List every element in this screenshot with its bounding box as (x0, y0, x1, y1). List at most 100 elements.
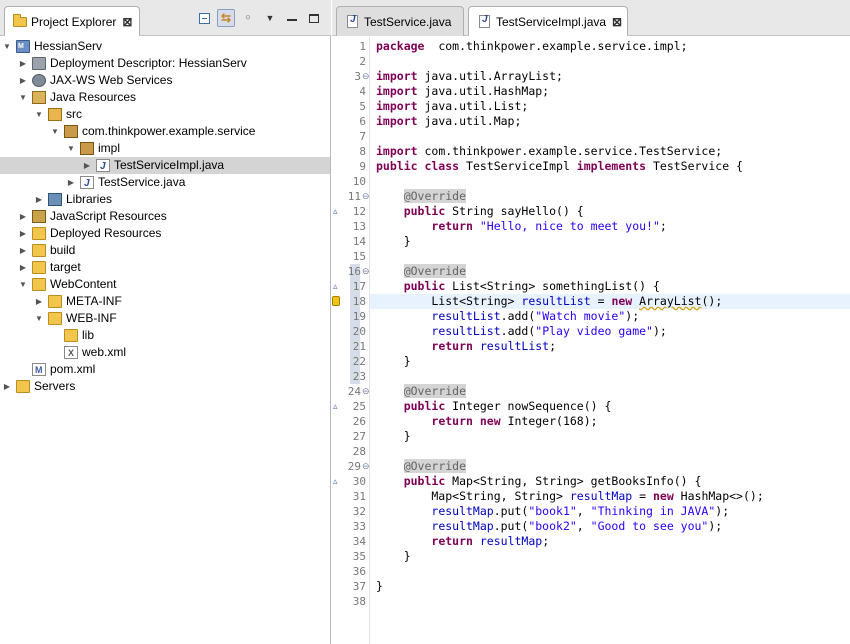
tree-item-testservice-java[interactable]: ▶ TestService.java (0, 174, 330, 192)
warning-icon[interactable] (332, 296, 340, 306)
fold-collapse-icon[interactable]: ⊖ (362, 264, 370, 279)
close-icon[interactable]: ⊠ (122, 15, 132, 29)
line-number-gutter[interactable]: 1 2 3 ⊖ 4 5 6 7 8 9 10 11 ⊖ 12 13 14 15 16 ⊖ 17 18 19 20 21 22 23… (340, 37, 370, 644)
code-line[interactable]: public List<String> somethingList() { (376, 279, 660, 294)
javascript-resources-icon (32, 210, 46, 223)
chevron-right-icon[interactable]: ▶ (18, 208, 28, 225)
tree-item-pom-xml[interactable]: pom.xml (0, 361, 330, 379)
code-line[interactable]: package com.thinkpower.example.service.i… (376, 39, 688, 54)
override-marker-icon[interactable]: ▵ (333, 204, 338, 219)
chevron-right-icon[interactable]: ▶ (2, 378, 12, 395)
code-line[interactable]: } (376, 354, 411, 369)
tree-item-com-thinkpower-example-service[interactable]: ▼ com.thinkpower.example.service (0, 123, 330, 140)
tree-item-javascript-resources[interactable]: ▶ JavaScript Resources (0, 208, 330, 225)
code-line[interactable]: Map<String, String> resultMap = new Hash… (376, 489, 763, 504)
tree-item-servers[interactable]: ▶ Servers (0, 378, 330, 395)
chevron-right-icon[interactable]: ▶ (18, 55, 28, 72)
code-line[interactable]: } (376, 579, 383, 594)
tree-item-meta-inf[interactable]: ▶ META-INF (0, 293, 330, 310)
tree-item-deployed-resources[interactable]: ▶ Deployed Resources (0, 225, 330, 242)
code-line[interactable]: import java.util.Map; (376, 114, 521, 129)
chevron-down-icon[interactable]: ▼ (34, 310, 44, 327)
code-line[interactable]: public Map<String, String> getBooksInfo(… (376, 474, 702, 489)
tree-item-build[interactable]: ▶ build (0, 242, 330, 259)
chevron-right-icon[interactable]: ▶ (34, 293, 44, 310)
collapse-all-button[interactable] (195, 9, 213, 27)
tree-item-label: Deployed Resources (50, 226, 162, 240)
code-line[interactable]: return new Integer(168); (376, 414, 597, 429)
tab-testserviceimpl-java[interactable]: TestServiceImpl.java ⊠ (468, 6, 628, 36)
tree-item-testserviceimpl-java[interactable]: ▶ TestServiceImpl.java (0, 157, 330, 175)
tab-testservice-java[interactable]: TestService.java (336, 6, 464, 36)
fold-collapse-icon[interactable]: ⊖ (362, 189, 370, 204)
fold-collapse-icon[interactable]: ⊖ (362, 384, 370, 399)
view-menu-button[interactable]: ▼ (261, 9, 279, 27)
code-line[interactable]: resultList.add("Play video game"); (376, 324, 666, 339)
override-marker-icon[interactable]: ▵ (333, 399, 338, 414)
code-line[interactable]: @Override (376, 264, 467, 279)
tree-item-java-resources[interactable]: ▼ Java Resources (0, 89, 330, 106)
tree-item-src[interactable]: ▼ src (0, 106, 330, 123)
tree-item-web-xml[interactable]: web.xml (0, 344, 330, 362)
code-line[interactable]: import java.util.ArrayList; (376, 69, 563, 84)
tree-item-hessianserv[interactable]: ▼ HessianServ (0, 38, 330, 55)
tree-item-lib[interactable]: lib (0, 327, 330, 344)
code-line[interactable]: resultList.add("Watch movie"); (376, 309, 639, 324)
code-token-kw: import (376, 144, 418, 158)
tree-item-deployment-descriptor-hessianserv[interactable]: ▶ Deployment Descriptor: HessianServ (0, 55, 330, 72)
focus-button[interactable]: ⚬ (239, 9, 257, 27)
code-line[interactable]: return resultMap; (376, 534, 549, 549)
fold-collapse-icon[interactable]: ⊖ (362, 459, 370, 474)
maximize-button[interactable] (305, 9, 323, 27)
chevron-right-icon[interactable]: ▶ (82, 157, 92, 174)
chevron-right-icon[interactable]: ▶ (66, 174, 76, 191)
line-number: 16 (347, 265, 361, 278)
chevron-down-icon[interactable]: ▼ (18, 276, 28, 293)
code-line[interactable]: @Override (376, 459, 467, 474)
code-line[interactable]: public class TestServiceImpl implements … (376, 159, 743, 174)
tree-item-web-inf[interactable]: ▼ WEB-INF (0, 310, 330, 327)
tree-item-webcontent[interactable]: ▼ WebContent (0, 276, 330, 293)
chevron-down-icon[interactable]: ▼ (66, 140, 76, 157)
code-text-area[interactable]: package com.thinkpower.example.service.i… (370, 37, 850, 644)
chevron-right-icon[interactable]: ▶ (34, 191, 44, 208)
code-line[interactable]: @Override (376, 189, 467, 204)
code-line[interactable]: import java.util.HashMap; (376, 84, 549, 99)
chevron-right-icon[interactable]: ▶ (18, 259, 28, 276)
code-line[interactable]: public String sayHello() { (376, 204, 584, 219)
chevron-right-icon[interactable]: ▶ (18, 242, 28, 259)
close-icon[interactable]: ⊠ (612, 15, 622, 29)
maven-pom-icon (32, 362, 46, 379)
override-marker-icon[interactable]: ▵ (333, 474, 338, 489)
chevron-down-icon[interactable]: ▼ (50, 123, 60, 140)
code-line[interactable]: resultMap.put("book1", "Thinking in JAVA… (376, 504, 729, 519)
override-marker-icon[interactable]: ▵ (333, 279, 338, 294)
code-line[interactable]: } (376, 234, 411, 249)
tree-item-target[interactable]: ▶ target (0, 259, 330, 276)
code-line[interactable]: } (376, 549, 411, 564)
fold-collapse-icon[interactable]: ⊖ (362, 69, 370, 84)
chevron-down-icon[interactable]: ▼ (18, 89, 28, 106)
tree-item-jax-ws-web-services[interactable]: ▶ JAX-WS Web Services (0, 72, 330, 89)
chevron-right-icon[interactable]: ▶ (18, 72, 28, 89)
tree-item-libraries[interactable]: ▶ Libraries (0, 191, 330, 208)
code-line[interactable]: List<String> resultList = new ArrayList(… (376, 294, 722, 309)
code-line[interactable]: return "Hello, nice to meet you!"; (376, 219, 666, 234)
tree-item-impl[interactable]: ▼ impl (0, 140, 330, 157)
code-line[interactable]: resultMap.put("book2", "Good to see you"… (376, 519, 722, 534)
code-line[interactable]: import com.thinkpower.example.service.Te… (376, 144, 722, 159)
code-line[interactable]: public Integer nowSequence() { (376, 399, 612, 414)
code-line[interactable]: } (376, 429, 411, 444)
code-line[interactable]: @Override (376, 384, 467, 399)
project-explorer-tab[interactable]: Project Explorer ⊠ (4, 6, 140, 36)
link-with-editor-button[interactable]: ⇆ (217, 9, 235, 27)
code-line[interactable]: return resultList; (376, 339, 556, 354)
annotation-ruler[interactable]: ▵ ▵ ▵ ▵ (332, 37, 340, 644)
chevron-down-icon[interactable]: ▼ (34, 106, 44, 123)
chevron-right-icon[interactable]: ▶ (18, 225, 28, 242)
code-line[interactable]: import java.util.List; (376, 99, 528, 114)
chevron-down-icon[interactable]: ▼ (2, 38, 12, 55)
minimize-button[interactable] (283, 9, 301, 27)
